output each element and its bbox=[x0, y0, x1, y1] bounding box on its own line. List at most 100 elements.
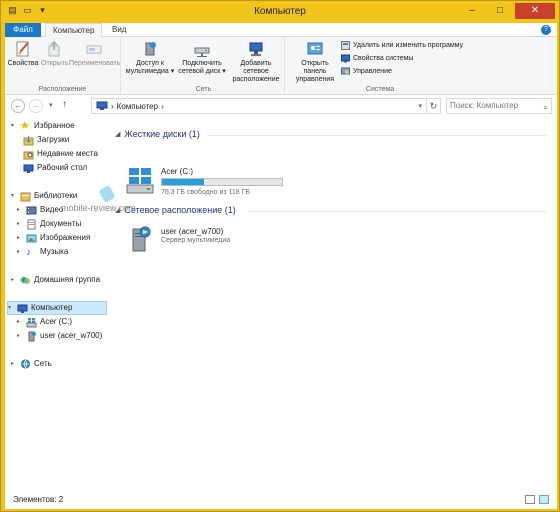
add-network-location-button[interactable]: Добавить сетевое расположение bbox=[227, 40, 285, 84]
nav-video[interactable]: ▸ Видео bbox=[17, 203, 63, 217]
media-access-label-1: Доступ к bbox=[136, 60, 164, 67]
nav-homegroup[interactable]: ▸ Домашняя группа bbox=[11, 273, 100, 287]
downloads-icon bbox=[23, 135, 34, 145]
nav-images[interactable]: ▸ Изображения bbox=[17, 231, 90, 245]
map-drive-button[interactable]: Подключить сетевой диск ▾ bbox=[177, 40, 227, 76]
programs-icon bbox=[341, 41, 350, 50]
expand-arrow-icon[interactable]: ▸ bbox=[17, 329, 23, 343]
drive-c-usage-bar bbox=[161, 178, 283, 186]
location-group-label: Расположение bbox=[38, 86, 87, 93]
nav-downloads[interactable]: Загрузки bbox=[23, 133, 69, 147]
collapse-arrow-icon[interactable]: ◢ bbox=[115, 130, 120, 138]
refresh-button[interactable]: ↻ bbox=[427, 98, 441, 114]
large-icons-view-icon[interactable] bbox=[539, 495, 549, 504]
control-panel-button[interactable]: Открыть панель управления bbox=[289, 40, 341, 84]
maximize-button[interactable]: □ bbox=[487, 3, 513, 19]
expand-arrow-icon[interactable]: ▸ bbox=[17, 315, 23, 329]
nav-computer[interactable]: ▾ Компьютер bbox=[7, 301, 107, 315]
open-icon bbox=[48, 40, 60, 57]
forward-button[interactable]: → bbox=[29, 99, 43, 113]
recent-locations-button[interactable]: ▾ bbox=[49, 101, 53, 109]
open-button[interactable]: Открыть bbox=[41, 40, 69, 68]
computer-icon bbox=[96, 101, 108, 110]
system-group-label: Система bbox=[365, 86, 395, 93]
item-count: Элементов: 2 bbox=[13, 495, 64, 504]
expand-arrow-icon[interactable]: ▸ bbox=[11, 357, 17, 371]
expand-arrow-icon[interactable]: ▸ bbox=[17, 203, 23, 217]
hard-drives-group-header[interactable]: ◢ Жесткие диски (1) bbox=[115, 129, 200, 139]
tab-view[interactable]: Вид bbox=[105, 23, 133, 37]
back-button[interactable]: ← bbox=[11, 99, 25, 113]
up-arrow-icon: ↑ bbox=[62, 99, 67, 110]
rename-button[interactable]: Переименовать bbox=[69, 40, 120, 68]
nav-video-label: Видео bbox=[40, 205, 64, 214]
properties-icon bbox=[16, 41, 29, 57]
ribbon: Свойства Открыть Переименовать Расположе… bbox=[5, 37, 557, 95]
nav-images-label: Изображения bbox=[40, 233, 91, 242]
status-bar: Элементов: 2 bbox=[5, 491, 557, 509]
windows-drive-icon bbox=[126, 168, 154, 194]
manage-icon bbox=[341, 67, 350, 75]
up-button[interactable]: ↑ bbox=[62, 99, 67, 110]
network-header-label: Сетевое расположение (1) bbox=[124, 205, 236, 215]
hard-drives-header-label: Жесткие диски (1) bbox=[124, 129, 200, 139]
details-view-icon[interactable] bbox=[525, 495, 535, 504]
expand-arrow-icon[interactable]: ▸ bbox=[17, 231, 23, 245]
nav-drive-c[interactable]: ▸ Acer (C:) bbox=[17, 315, 72, 329]
system-props-label: Свойства системы bbox=[353, 55, 414, 62]
nav-favorites[interactable]: ▾ ★ Избранное bbox=[11, 119, 75, 133]
address-input[interactable]: › Компьютер › ▾ bbox=[91, 98, 427, 114]
expand-arrow-icon[interactable]: ▾ bbox=[11, 119, 17, 133]
nav-drive-c-label: Acer (C:) bbox=[40, 317, 72, 326]
title-bar[interactable]: ▤ ▭ ▾ Компьютер – □ ✕ bbox=[1, 1, 559, 23]
manage-button[interactable]: Управление bbox=[341, 67, 392, 76]
nav-user-share[interactable]: ▸ user (acer_w700) bbox=[17, 329, 102, 343]
watermark-text: mobile-review.com bbox=[61, 203, 136, 213]
control-panel-label-1: Открыть панель bbox=[301, 60, 329, 75]
breadcrumb-computer[interactable]: Компьютер bbox=[117, 102, 158, 111]
minimize-button[interactable]: – bbox=[459, 3, 485, 19]
media-server-icon bbox=[132, 226, 151, 252]
expand-arrow-icon[interactable]: ▸ bbox=[17, 217, 23, 231]
drive-c-tile[interactable]: Acer (C:) 76,3 ГБ свободно из 118 ГБ bbox=[125, 165, 295, 197]
chevron-down-icon: ▾ bbox=[49, 102, 53, 109]
nav-music-label: Музыка bbox=[40, 247, 69, 256]
expand-arrow-icon[interactable]: ▸ bbox=[11, 273, 17, 287]
help-icon[interactable]: ? bbox=[541, 25, 551, 35]
expand-arrow-icon[interactable]: ▸ bbox=[17, 245, 23, 259]
address-dropdown-icon[interactable]: ▾ bbox=[418, 102, 422, 110]
tab-computer[interactable]: Компьютер bbox=[45, 23, 103, 38]
properties-button[interactable]: Свойства bbox=[7, 40, 39, 68]
media-access-button[interactable]: Доступ к мультимедиа ▾ bbox=[125, 40, 175, 76]
map-drive-label-2: сетевой диск bbox=[178, 68, 221, 75]
nav-libraries[interactable]: ▾ Библиотеки bbox=[11, 189, 77, 203]
search-icon: ⌕ bbox=[543, 103, 548, 112]
close-button[interactable]: ✕ bbox=[515, 3, 555, 19]
nav-desktop[interactable]: Рабочий стол bbox=[23, 161, 87, 175]
nav-music[interactable]: ▸ ♪ Музыка bbox=[17, 245, 68, 259]
search-input[interactable]: Поиск: Компьютер ⌕ bbox=[446, 98, 552, 114]
add-location-label-2: расположение bbox=[232, 76, 280, 83]
nav-computer-label: Компьютер bbox=[31, 303, 73, 312]
media-server-tile[interactable]: user (acer_w700) Сервер мультимедиа bbox=[125, 225, 295, 255]
control-panel-icon bbox=[307, 42, 323, 55]
nav-network-label: Сеть bbox=[34, 359, 52, 368]
nav-network[interactable]: ▸ Сеть bbox=[11, 357, 52, 371]
expand-arrow-icon[interactable]: ▾ bbox=[11, 189, 17, 203]
nav-recent-places[interactable]: Недавние места bbox=[23, 147, 98, 161]
expand-arrow-icon[interactable]: ▾ bbox=[8, 301, 14, 315]
tab-file[interactable]: Файл bbox=[5, 23, 41, 37]
star-icon: ★ bbox=[20, 119, 30, 132]
system-properties-button[interactable]: Свойства системы bbox=[341, 54, 413, 63]
breadcrumb-separator-icon: › bbox=[161, 101, 164, 111]
network-group-label: Сеть bbox=[195, 86, 212, 93]
recent-places-icon bbox=[23, 151, 34, 159]
network-location-icon bbox=[249, 42, 263, 56]
navigation-pane: ▾ ★ Избранное Загрузки Недавние места Ра… bbox=[5, 119, 109, 489]
nav-recent-label: Недавние места bbox=[37, 149, 98, 158]
media-server-type: Сервер мультимедиа bbox=[161, 237, 231, 244]
search-placeholder: Поиск: Компьютер bbox=[450, 101, 519, 110]
uninstall-program-button[interactable]: Удалить или изменить программу bbox=[341, 41, 463, 50]
nav-documents[interactable]: ▸ Документы bbox=[17, 217, 81, 231]
network-icon bbox=[21, 359, 30, 369]
